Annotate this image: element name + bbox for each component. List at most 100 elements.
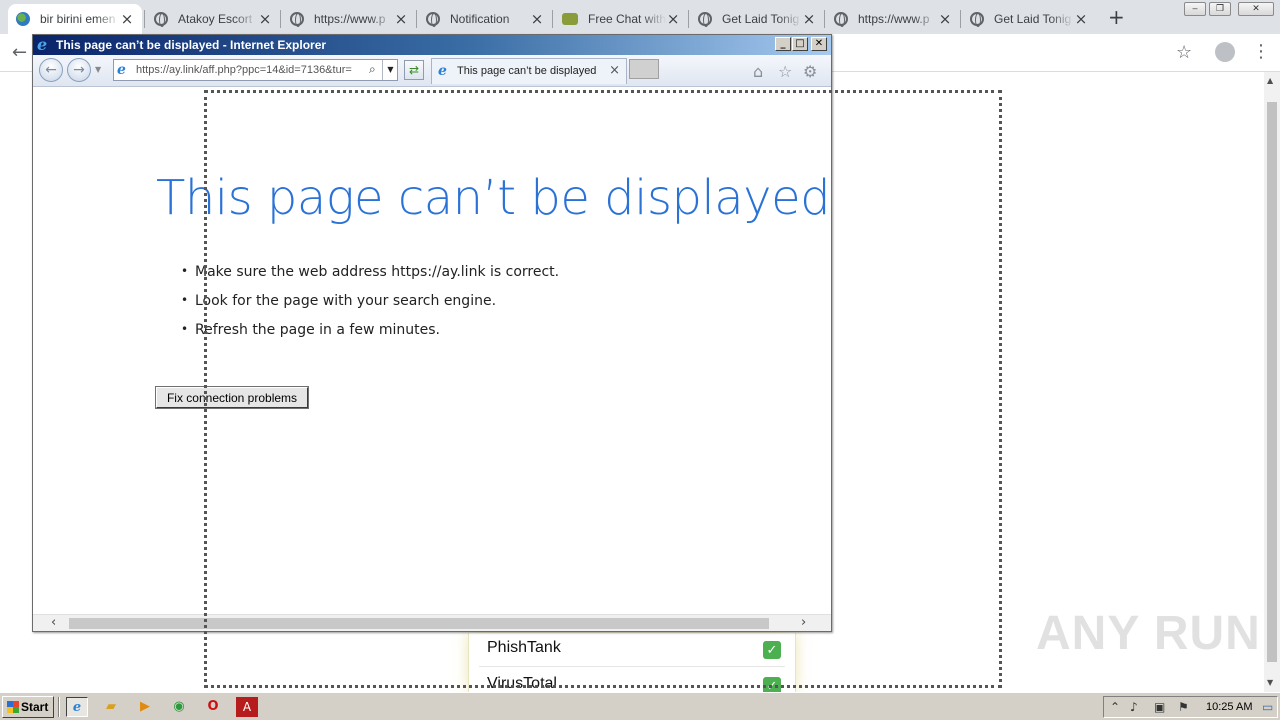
chrome-tab-title: Get Laid Tonig: [994, 12, 1072, 26]
tab-separator: [144, 10, 145, 28]
chrome-tab-title: Free Chat with: [588, 12, 667, 26]
tab-separator: [824, 10, 825, 28]
close-window-icon[interactable]: ✕: [1238, 2, 1274, 16]
site-favicon-icon: [16, 12, 30, 26]
ie-page-icon: e: [117, 62, 126, 78]
show-desktop-icon[interactable]: ▭: [1262, 700, 1273, 714]
ie-window-title: This page can’t be displayed - Internet …: [56, 38, 327, 52]
address-dropdown-icon[interactable]: ▼: [382, 60, 398, 80]
back-icon[interactable]: ←: [39, 58, 63, 82]
tab-close-icon[interactable]: ×: [258, 12, 272, 27]
chrome-tab[interactable]: bir birini emen ×: [8, 4, 142, 34]
tab-separator: [688, 10, 689, 28]
acrobat-reader-icon[interactable]: A: [236, 697, 258, 717]
troubleshooting-list: Make sure the web address https://ay.lin…: [181, 264, 559, 351]
result-row: VirusTotal ✓: [481, 669, 781, 692]
address-bar[interactable]: e https://ay.link/aff.php?ppc=14&id=7136…: [113, 59, 398, 81]
folder-icon[interactable]: ▰: [100, 697, 122, 717]
minimize-icon[interactable]: _: [775, 37, 791, 51]
settings-gear-icon[interactable]: ⚙: [803, 62, 817, 81]
start-label: Start: [21, 700, 49, 714]
tab-separator: [960, 10, 961, 28]
chrome-tab-title: https://www.p: [314, 12, 386, 26]
chrome-tab[interactable]: Get Laid Tonig ×: [690, 4, 824, 34]
chrome-tab[interactable]: Notification ×: [418, 4, 552, 34]
scrollbar-thumb[interactable]: [69, 618, 769, 629]
chrome-tab-title: bir birini emen: [40, 12, 116, 26]
check-icon: ✓: [763, 641, 781, 659]
tab-close-icon[interactable]: ×: [530, 12, 544, 27]
ie-new-tab-button[interactable]: [629, 59, 659, 79]
chrome-tab[interactable]: Free Chat with ×: [554, 4, 688, 34]
minimize-window-icon[interactable]: ‒: [1184, 2, 1206, 16]
scroll-down-icon[interactable]: ▼: [1267, 678, 1273, 687]
scroll-up-icon[interactable]: ▲: [1267, 76, 1273, 85]
tab-close-icon[interactable]: ×: [120, 12, 134, 27]
chrome-tab[interactable]: Get Laid Tonig ×: [962, 4, 1096, 34]
profile-avatar-icon[interactable]: [1215, 42, 1235, 62]
anyrun-watermark: ANY RUN: [1036, 607, 1261, 660]
tab-close-icon[interactable]: ×: [666, 12, 680, 27]
media-player-icon[interactable]: ▶: [134, 697, 156, 717]
scroll-left-icon[interactable]: ‹: [51, 615, 56, 630]
favorites-star-icon[interactable]: ☆: [778, 62, 792, 81]
error-heading: This page can’t be displayed: [156, 170, 831, 226]
start-button[interactable]: Start: [2, 696, 54, 718]
result-source-name: VirusTotal: [487, 675, 557, 692]
tab-separator: [416, 10, 417, 28]
chrome-tab-title: https://www.p: [858, 12, 930, 26]
horizontal-scrollbar[interactable]: ‹ ›: [33, 614, 831, 631]
kebab-menu-icon[interactable]: ⋮: [1252, 41, 1270, 62]
volume-icon[interactable]: ♪: [1130, 700, 1138, 714]
close-icon[interactable]: ✕: [811, 37, 827, 51]
network-icon[interactable]: ▣: [1154, 700, 1165, 714]
ie-logo-icon: e: [37, 35, 48, 54]
home-icon[interactable]: ⌂: [753, 62, 763, 81]
history-dropdown-icon[interactable]: ▼: [95, 65, 101, 74]
url-text[interactable]: https://ay.link/aff.php?ppc=14&id=7136&t…: [136, 64, 364, 76]
chrome-tab-strip: bir birini emen × Atakoy Escort × https:…: [0, 0, 1280, 34]
globe-icon: [154, 12, 168, 27]
internet-explorer-icon[interactable]: e: [66, 697, 88, 717]
ie-tab-title: This page can’t be displayed: [457, 65, 597, 77]
tab-close-icon[interactable]: ×: [938, 12, 952, 27]
scrollbar-thumb[interactable]: [1267, 102, 1277, 662]
forward-icon[interactable]: →: [67, 58, 91, 82]
chrome-tab-title: Notification: [450, 12, 510, 26]
clock[interactable]: 10:25 AM: [1206, 701, 1252, 713]
tab-close-icon[interactable]: ×: [609, 63, 620, 78]
list-item: Look for the page with your search engin…: [181, 293, 559, 322]
ie-title-bar[interactable]: e This page can’t be displayed - Interne…: [33, 35, 831, 55]
chat-icon: [562, 13, 578, 25]
opera-icon[interactable]: O: [202, 697, 224, 717]
tab-close-icon[interactable]: ×: [394, 12, 408, 27]
page-scrollbar[interactable]: ▲ ▼: [1264, 72, 1280, 692]
globe-icon: [834, 12, 848, 27]
chrome-tab[interactable]: https://www.p ×: [282, 4, 416, 34]
result-row: PhishTank ✓: [481, 633, 781, 665]
globe-icon: [970, 12, 984, 27]
ie-tab[interactable]: e This page can’t be displayed ×: [431, 58, 627, 84]
fix-connection-button[interactable]: Fix connection problems: [155, 386, 309, 409]
windows-flag-icon: [7, 701, 19, 713]
chrome-tab-title: Get Laid Tonig: [722, 12, 800, 26]
scroll-right-icon[interactable]: ›: [801, 615, 806, 630]
divider: [58, 697, 60, 717]
restore-window-icon[interactable]: ❐: [1209, 2, 1231, 16]
tab-separator: [552, 10, 553, 28]
tab-close-icon[interactable]: ×: [802, 12, 816, 27]
back-arrow-icon[interactable]: ←: [12, 42, 27, 63]
system-tray: ⌃ ♪ ▣ ⚑ 10:25 AM ▭: [1103, 696, 1278, 718]
maximize-icon[interactable]: □: [792, 37, 808, 51]
show-hidden-icons-icon[interactable]: ⌃: [1110, 700, 1120, 714]
new-tab-plus-icon[interactable]: +: [1108, 5, 1125, 29]
refresh-icon[interactable]: ⇄: [404, 60, 424, 80]
check-icon: ✓: [763, 677, 781, 692]
tab-close-icon[interactable]: ×: [1074, 12, 1088, 27]
chrome-tab[interactable]: https://www.p ×: [826, 4, 960, 34]
action-center-flag-icon[interactable]: ⚑: [1178, 700, 1189, 714]
search-icon[interactable]: ⌕: [369, 62, 376, 77]
chrome-icon[interactable]: ◉: [168, 697, 190, 717]
bookmark-star-icon[interactable]: ☆: [1176, 42, 1192, 63]
chrome-tab[interactable]: Atakoy Escort ×: [146, 4, 280, 34]
